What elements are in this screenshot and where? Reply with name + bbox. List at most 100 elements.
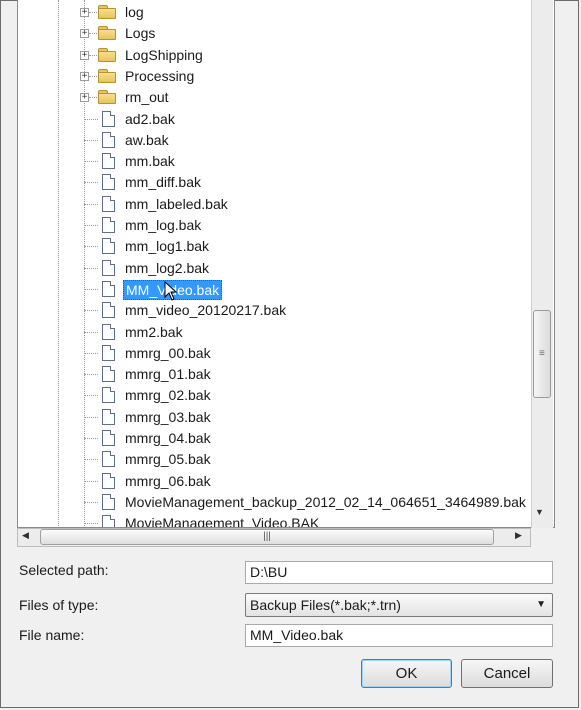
tree-connector xyxy=(89,55,97,56)
files-of-type-select[interactable]: Backup Files(*.bak;*.trn) ▼ xyxy=(245,593,553,617)
plus-expander-icon[interactable]: + xyxy=(80,93,89,102)
file-icon xyxy=(102,515,115,527)
tree-item-label: Processing xyxy=(125,68,195,84)
tree-connector xyxy=(84,395,98,396)
tree-connector xyxy=(84,225,98,226)
plus-expander-icon[interactable]: + xyxy=(80,8,89,17)
tree-folder-item[interactable]: + Processing xyxy=(18,66,532,87)
file-icon xyxy=(102,494,115,510)
tree-folder-item[interactable]: + rm_out xyxy=(18,87,532,108)
tree-item-label: mmrg_00.bak xyxy=(125,345,211,361)
tree-file-item[interactable]: mmrg_00.bak xyxy=(18,343,532,364)
folder-icon xyxy=(98,69,116,83)
file-name-field[interactable]: MM_Video.bak xyxy=(245,624,553,647)
tree-item-label: mm2.bak xyxy=(125,324,183,340)
plus-expander-icon[interactable]: + xyxy=(80,29,89,38)
tree-connector xyxy=(84,502,98,503)
tree-item-label: mmrg_05.bak xyxy=(125,451,211,467)
folder-icon xyxy=(98,90,116,104)
folder-icon xyxy=(98,26,116,40)
tree-file-item[interactable]: mm_diff.bak xyxy=(18,172,532,193)
cancel-button[interactable]: Cancel xyxy=(461,659,553,688)
tree-connector xyxy=(84,161,98,162)
tree-connector xyxy=(84,374,98,375)
tree-connector xyxy=(84,310,98,311)
tree-file-item[interactable]: mm_log.bak xyxy=(18,215,532,236)
tree-file-item[interactable]: mmrg_04.bak xyxy=(18,428,532,449)
mouse-cursor-icon xyxy=(164,280,178,306)
tree-connector xyxy=(84,204,98,205)
tree-file-item[interactable]: mmrg_03.bak xyxy=(18,407,532,428)
tree-file-item[interactable]: mmrg_05.bak xyxy=(18,449,532,470)
tree-file-item[interactable]: mm2.bak xyxy=(18,322,532,343)
tree-folder-item[interactable]: + Logs xyxy=(18,23,532,44)
file-icon xyxy=(102,324,115,340)
tree-connector xyxy=(84,417,98,418)
vertical-scrollbar[interactable] xyxy=(531,0,553,528)
file-icon xyxy=(102,217,115,233)
file-icon xyxy=(102,473,115,489)
file-icon xyxy=(102,260,115,276)
file-icon xyxy=(102,281,115,297)
file-icon xyxy=(102,409,115,425)
tree-connector xyxy=(89,12,97,13)
grip-icon: ≡ xyxy=(539,348,545,359)
tree-item-label: mm.bak xyxy=(125,153,175,169)
file-icon xyxy=(102,366,115,382)
tree-file-item[interactable]: mm_video_20120217.bak xyxy=(18,300,532,321)
tree-folder-item[interactable]: + log xyxy=(18,2,532,23)
tree-connector xyxy=(84,438,98,439)
tree-item-label: ad2.bak xyxy=(125,111,175,127)
tree-file-item[interactable]: mmrg_02.bak xyxy=(18,385,532,406)
horizontal-scroll-thumb[interactable]: ||| xyxy=(40,529,494,545)
tree-connector xyxy=(84,481,98,482)
selected-path-field[interactable]: D:\BU xyxy=(245,561,553,584)
selected-path-label: Selected path: xyxy=(19,562,109,578)
tree-file-item[interactable]: mm.bak xyxy=(18,151,532,172)
scroll-right-arrow-icon[interactable]: ▶ xyxy=(515,530,522,541)
tree-item-label: log xyxy=(125,4,144,20)
tree-folder-item[interactable]: + LogShipping xyxy=(18,45,532,66)
plus-expander-icon[interactable]: + xyxy=(80,72,89,81)
chevron-down-icon[interactable]: ▼ xyxy=(536,594,546,616)
tree-file-item[interactable]: MovieManagement_backup_2012_02_14_064651… xyxy=(18,492,532,513)
file-icon xyxy=(102,302,115,318)
file-icon xyxy=(102,430,115,446)
ok-button[interactable]: OK xyxy=(361,659,452,688)
folder-tree[interactable]: + log + Logs + LogShipping + Processing + rm_out a… xyxy=(17,0,555,528)
tree-connector xyxy=(84,182,98,183)
tree-connector xyxy=(84,268,98,269)
file-icon xyxy=(102,451,115,467)
scroll-left-arrow-icon[interactable]: ◀ xyxy=(22,530,29,541)
vertical-scroll-thumb[interactable]: ≡ xyxy=(533,310,551,398)
tree-item-label: mmrg_02.bak xyxy=(125,387,211,403)
tree-item-label: LogShipping xyxy=(125,47,203,63)
tree-file-item[interactable]: mm_log1.bak xyxy=(18,236,532,257)
plus-expander-icon[interactable]: + xyxy=(80,51,89,60)
tree-connector xyxy=(84,246,98,247)
tree-item-label: rm_out xyxy=(125,89,169,105)
folder-icon xyxy=(98,48,116,62)
tree-item-label: mm_labeled.bak xyxy=(125,196,228,212)
tree-connector xyxy=(84,332,98,333)
tree-file-item[interactable]: MovieManagement_Video.BAK xyxy=(18,513,532,528)
tree-file-item[interactable]: mm_labeled.bak xyxy=(18,194,532,215)
tree-file-item[interactable]: mmrg_06.bak xyxy=(18,471,532,492)
tree-connector xyxy=(89,76,97,77)
tree-item-label: MovieManagement_Video.BAK xyxy=(125,515,320,528)
file-icon xyxy=(102,196,115,212)
tree-file-item[interactable]: MM_Video.bak xyxy=(18,279,532,300)
file-icon xyxy=(102,238,115,254)
tree-file-item[interactable]: mm_log2.bak xyxy=(18,258,532,279)
tree-item-label: mmrg_01.bak xyxy=(125,366,211,382)
tree-file-item[interactable]: aw.bak xyxy=(18,130,532,151)
tree-item-label: mm_log.bak xyxy=(125,217,202,233)
scroll-down-arrow-icon[interactable]: ▼ xyxy=(535,507,544,517)
tree-connector xyxy=(84,459,98,460)
tree-file-item[interactable]: mmrg_01.bak xyxy=(18,364,532,385)
file-icon xyxy=(102,132,115,148)
tree-file-item[interactable]: ad2.bak xyxy=(18,109,532,130)
tree-connector xyxy=(84,523,98,524)
tree-item-label: mm_video_20120217.bak xyxy=(125,302,287,318)
tree-connector xyxy=(84,140,98,141)
